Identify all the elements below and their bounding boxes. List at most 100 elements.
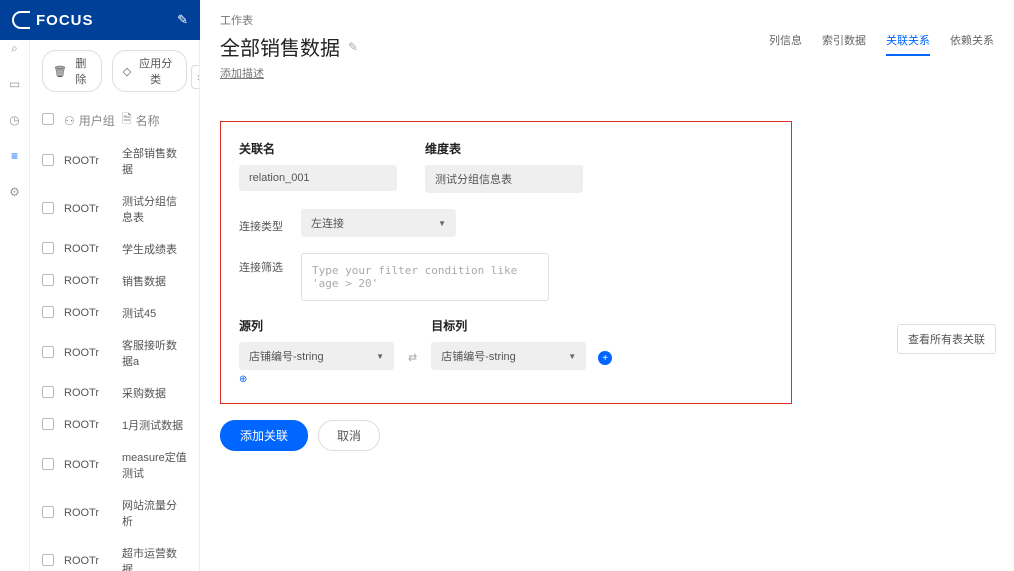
chevron-down-icon: ▼ <box>438 219 446 228</box>
row-checkbox[interactable] <box>42 386 54 398</box>
tab[interactable]: 关联关系 <box>886 32 930 56</box>
target-col-select[interactable]: 店铺编号-string ▼ <box>431 342 586 370</box>
link-icon: ⇄ <box>406 351 419 364</box>
view-all-relations-button[interactable]: 查看所有表关联 <box>897 324 996 354</box>
brand-name: FOCUS <box>36 12 94 29</box>
row-checkbox[interactable] <box>42 154 54 166</box>
row-user: ROOTr <box>64 275 122 287</box>
row-name: 全部销售数据 <box>122 145 187 177</box>
filter-label: 连接筛选 <box>239 253 289 275</box>
table-row[interactable]: ROOTr销售数据 <box>30 265 199 297</box>
delete-label: 删除 <box>71 55 91 87</box>
breadcrumb: 工作表 <box>220 12 994 28</box>
row-user: ROOTr <box>64 387 122 399</box>
table-row[interactable]: ROOTr1月测试数据 <box>30 409 199 441</box>
row-checkbox[interactable] <box>42 554 54 566</box>
row-user: ROOTr <box>64 507 122 519</box>
users-icon: ⚇ <box>64 114 75 128</box>
cancel-button[interactable]: 取消 <box>318 420 380 451</box>
row-name: 测试45 <box>122 305 187 321</box>
tab[interactable]: 索引数据 <box>822 32 866 56</box>
row-user: ROOTr <box>64 459 122 471</box>
row-name: 网站流量分析 <box>122 497 187 529</box>
source-col-select[interactable]: 店铺编号-string ▼ <box>239 342 394 370</box>
select-all-checkbox[interactable] <box>42 113 54 125</box>
chevron-down-icon: ▼ <box>376 352 384 361</box>
row-name: 销售数据 <box>122 273 187 289</box>
gear-icon[interactable]: ⚙ <box>7 184 23 200</box>
row-checkbox[interactable] <box>42 418 54 430</box>
table-row[interactable]: ROOTr学生成绩表 <box>30 233 199 265</box>
sidebar-list-header: ⚇ 用户组 🗎 名称 <box>30 104 199 137</box>
table-row[interactable]: ROOTr测试分组信息表 <box>30 185 199 233</box>
target-col-label: 目标列 <box>431 317 586 334</box>
row-user: ROOTr <box>64 203 122 215</box>
table-row[interactable]: ROOTr网站流量分析 <box>30 489 199 537</box>
tab[interactable]: 依赖关系 <box>950 32 994 56</box>
tag-icon: ◇ <box>123 65 131 78</box>
table-row[interactable]: ROOTr测试45 <box>30 297 199 329</box>
dim-table-select[interactable]: 测试分组信息表 <box>425 165 583 193</box>
row-name: measure定值测试 <box>122 449 187 481</box>
row-name: 超市运营数据 <box>122 545 187 571</box>
header-logo: FOCUS ✎ <box>0 0 200 40</box>
doc-icon: 🗎 <box>122 110 132 131</box>
col-name-header: 🗎 名称 <box>122 110 187 131</box>
clock-icon[interactable]: ◷ <box>7 112 23 128</box>
row-checkbox[interactable] <box>42 346 54 358</box>
tabs: 列信息索引数据关联关系依赖关系 <box>769 32 994 56</box>
row-user: ROOTr <box>64 347 122 359</box>
relation-name-label: 关联名 <box>239 140 397 157</box>
row-user: ROOTr <box>64 419 122 431</box>
row-name: 测试分组信息表 <box>122 193 187 225</box>
relation-form: 关联名 维度表 测试分组信息表 连接类型 左连接 ▼ 连接筛选 <box>220 121 792 404</box>
row-name: 1月测试数据 <box>122 417 187 433</box>
row-checkbox[interactable] <box>42 274 54 286</box>
row-user: ROOTr <box>64 307 122 319</box>
expand-sidebar-handle[interactable]: › <box>191 65 200 89</box>
edit-title-icon[interactable]: ✎ <box>348 40 358 54</box>
submit-button[interactable]: 添加关联 <box>220 420 308 451</box>
join-type-label: 连接类型 <box>239 212 289 234</box>
row-name: 客服接听数据a <box>122 337 187 369</box>
table-row[interactable]: ROOTr超市运营数据 <box>30 537 199 571</box>
compose-icon[interactable]: ✎ <box>177 12 188 28</box>
dim-table-label: 维度表 <box>425 140 583 157</box>
table-row[interactable]: ROOTr客服接听数据a <box>30 329 199 377</box>
add-row-icon[interactable]: ⊕ <box>239 374 773 385</box>
row-checkbox[interactable] <box>42 202 54 214</box>
row-checkbox[interactable] <box>42 242 54 254</box>
row-name: 学生成绩表 <box>122 241 187 257</box>
category-label: 应用分类 <box>135 55 176 87</box>
filter-textarea[interactable] <box>301 253 549 301</box>
icon-rail: ⌕ ▭ ◷ ≡ ⚙ <box>0 0 30 571</box>
delete-button[interactable]: 🗑 删除 <box>42 50 102 92</box>
page-title: 全部销售数据 <box>220 32 340 61</box>
add-description-link[interactable]: 添加描述 <box>220 65 264 81</box>
chevron-down-icon: ▼ <box>568 352 576 361</box>
main-content: 工作表 全部销售数据 ✎ 添加描述 列信息索引数据关联关系依赖关系 关联名 维度… <box>200 0 1014 571</box>
row-user: ROOTr <box>64 155 122 167</box>
row-user: ROOTr <box>64 555 122 567</box>
search-icon[interactable]: ⌕ <box>7 40 23 56</box>
row-user: ROOTr <box>64 243 122 255</box>
tab[interactable]: 列信息 <box>769 32 802 56</box>
table-row[interactable]: ROOTr采购数据 <box>30 377 199 409</box>
add-column-pair-button[interactable]: + <box>598 351 612 365</box>
source-col-label: 源列 <box>239 317 394 334</box>
sidebar: 🗑 删除 ◇ 应用分类 ⚇ 用户组 🗎 名称 ROOTr全部销售数据ROOTr测… <box>30 0 200 571</box>
logo-icon <box>12 11 30 29</box>
row-name: 采购数据 <box>122 385 187 401</box>
category-button[interactable]: ◇ 应用分类 <box>112 50 187 92</box>
row-checkbox[interactable] <box>42 306 54 318</box>
trash-icon: 🗑 <box>53 65 67 78</box>
relation-name-input[interactable] <box>239 165 397 191</box>
table-icon[interactable]: ▭ <box>7 76 23 92</box>
table-row[interactable]: ROOTr全部销售数据 <box>30 137 199 185</box>
col-user-header: ⚇ 用户组 <box>64 112 122 129</box>
join-type-select[interactable]: 左连接 ▼ <box>301 209 456 237</box>
list-icon[interactable]: ≡ <box>7 148 23 164</box>
row-checkbox[interactable] <box>42 506 54 518</box>
table-row[interactable]: ROOTrmeasure定值测试 <box>30 441 199 489</box>
row-checkbox[interactable] <box>42 458 54 470</box>
